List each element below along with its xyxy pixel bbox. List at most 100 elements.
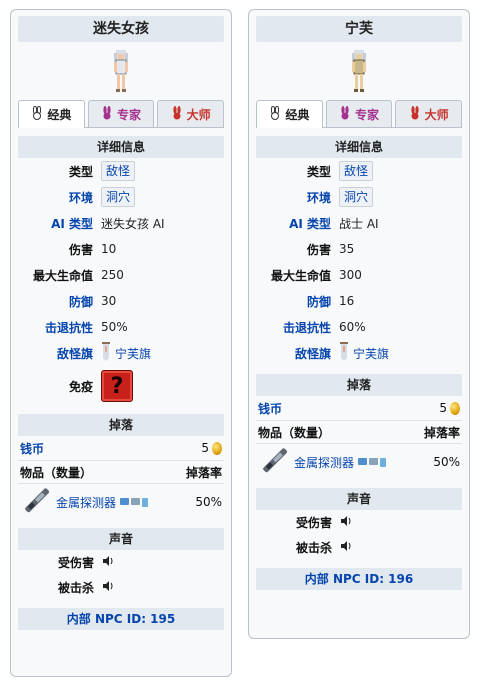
immune-label: 免疫	[68, 379, 93, 394]
row-immune: 免疫 ?	[18, 366, 224, 406]
drops-header: 掉落	[256, 374, 462, 396]
drops-header: 掉落	[18, 414, 224, 436]
row-knockback: 击退抗性 60%	[256, 314, 462, 340]
environment-label[interactable]: 环境	[256, 189, 331, 206]
mobile-icon	[380, 457, 387, 467]
max-hp-value: 300	[339, 268, 362, 282]
row-ai-type: AI 类型 战士 AI	[256, 210, 462, 236]
metal-detector-icon[interactable]	[20, 486, 50, 519]
banner-value[interactable]: 宁芙旗	[353, 345, 389, 362]
max-hp-label: 最大生命值	[270, 268, 331, 283]
damage-value: 35	[339, 242, 355, 256]
knockback-value: 60%	[339, 320, 366, 334]
tab-expert[interactable]: 专家	[87, 100, 155, 127]
console-icon	[369, 457, 379, 465]
npc-title: 宁芙	[256, 16, 462, 42]
pc-icon	[120, 497, 130, 505]
ai-type-label[interactable]: AI 类型	[18, 215, 93, 232]
demon-bunny-icon	[101, 105, 113, 123]
knockback-label[interactable]: 击退抗性	[18, 319, 93, 336]
details-header: 详细信息	[18, 136, 224, 158]
drop-item-name[interactable]: 金属探测器	[294, 454, 354, 471]
tab-expert[interactable]: 专家	[325, 100, 393, 127]
type-label: 类型	[68, 164, 93, 179]
metal-detector-icon[interactable]	[258, 446, 288, 479]
tab-classic-label: 经典	[47, 108, 72, 122]
tab-classic-label: 经典	[285, 108, 310, 122]
row-defense: 防御 16	[256, 288, 462, 314]
item-column-header: 物品（数量）	[20, 465, 93, 480]
type-tag[interactable]: 敌怪	[101, 161, 136, 181]
defense-value: 30	[101, 294, 117, 308]
sound-header: 声音	[18, 528, 224, 550]
drop-item-row: 金属探测器 50%	[18, 484, 224, 520]
gold-coin-icon	[212, 441, 222, 455]
demon-bunny-icon	[339, 105, 351, 123]
row-damage: 伤害 35	[256, 236, 462, 262]
banner-label[interactable]: 敌怪旗	[18, 345, 93, 362]
ai-type-label[interactable]: AI 类型	[256, 215, 331, 232]
coins-row: 钱币 5	[18, 436, 224, 461]
question-mark-icon: ?	[101, 370, 133, 402]
speaker-icon[interactable]	[340, 515, 352, 530]
defense-label[interactable]: 防御	[18, 293, 93, 310]
drop-item-name[interactable]: 金属探测器	[56, 494, 116, 511]
platform-icons	[120, 497, 149, 507]
row-max-hp: 最大生命值 300	[256, 262, 462, 288]
red-bunny-icon	[409, 105, 421, 123]
details-header: 详细信息	[256, 136, 462, 158]
npc-sprite	[18, 42, 224, 100]
difficulty-tabs: 经典 专家 大师	[18, 100, 225, 128]
type-label: 类型	[306, 164, 331, 179]
npc-id-footer: 内部 NPC ID: 195	[18, 608, 224, 630]
row-max-hp: 最大生命值 250	[18, 262, 224, 288]
sound-death-label: 被击杀	[296, 541, 333, 555]
red-bunny-icon	[171, 105, 183, 123]
speaker-icon[interactable]	[340, 540, 352, 555]
drop-item-rate: 50%	[195, 495, 222, 509]
defense-value: 16	[339, 294, 355, 308]
environment-tag[interactable]: 洞穴	[101, 187, 136, 207]
pc-icon	[358, 457, 368, 465]
defense-label[interactable]: 防御	[256, 293, 331, 310]
rate-column-header: 掉落率	[423, 425, 460, 440]
banner-icon	[339, 341, 349, 365]
tab-classic[interactable]: 经典	[18, 100, 85, 128]
speaker-icon[interactable]	[102, 580, 114, 595]
coins-value: 5	[439, 401, 447, 415]
tab-expert-label: 专家	[355, 107, 380, 122]
type-tag[interactable]: 敌怪	[339, 161, 374, 181]
row-ai-type: AI 类型 迷失女孩 AI	[18, 210, 224, 236]
row-defense: 防御 30	[18, 288, 224, 314]
tab-master[interactable]: 大师	[395, 100, 463, 127]
coins-value: 5	[201, 441, 209, 455]
environment-label[interactable]: 环境	[18, 189, 93, 206]
coins-row: 钱币 5	[256, 396, 462, 421]
npc-title: 迷失女孩	[18, 16, 224, 42]
sound-death-label: 被击杀	[58, 581, 95, 595]
banner-value[interactable]: 宁芙旗	[115, 345, 151, 362]
banner-label[interactable]: 敌怪旗	[256, 345, 331, 362]
row-banner: 敌怪旗 宁芙旗	[18, 340, 224, 366]
tab-classic[interactable]: 经典	[256, 100, 323, 128]
drop-item-rate: 50%	[433, 455, 460, 469]
tab-master-label: 大师	[186, 107, 211, 122]
coins-label[interactable]: 钱币	[258, 400, 282, 417]
sound-header: 声音	[256, 488, 462, 510]
row-knockback: 击退抗性 50%	[18, 314, 224, 340]
sound-hurt-label: 受伤害	[296, 516, 333, 530]
knockback-label[interactable]: 击退抗性	[256, 319, 331, 336]
npc-card-nymph: 宁芙 经典 专家 大师 详细信息 类型 敌怪 环境 洞穴 AI 类型 战士 AI…	[248, 9, 470, 639]
damage-label: 伤害	[306, 242, 331, 257]
item-column-header: 物品（数量）	[258, 425, 331, 440]
sound-hurt-label: 受伤害	[58, 556, 95, 570]
rate-column-header: 掉落率	[185, 465, 222, 480]
damage-value: 10	[101, 242, 117, 256]
row-environment: 环境 洞穴	[256, 184, 462, 210]
environment-tag[interactable]: 洞穴	[339, 187, 374, 207]
max-hp-value: 250	[101, 268, 124, 282]
speaker-icon[interactable]	[102, 555, 114, 570]
npc-card-lost-girl: 迷失女孩 经典 专家 大师 详细信息 类型 敌怪 环境 洞穴 AI 类型 迷失女…	[10, 9, 232, 677]
coins-label[interactable]: 钱币	[20, 440, 44, 457]
tab-master[interactable]: 大师	[157, 100, 225, 127]
